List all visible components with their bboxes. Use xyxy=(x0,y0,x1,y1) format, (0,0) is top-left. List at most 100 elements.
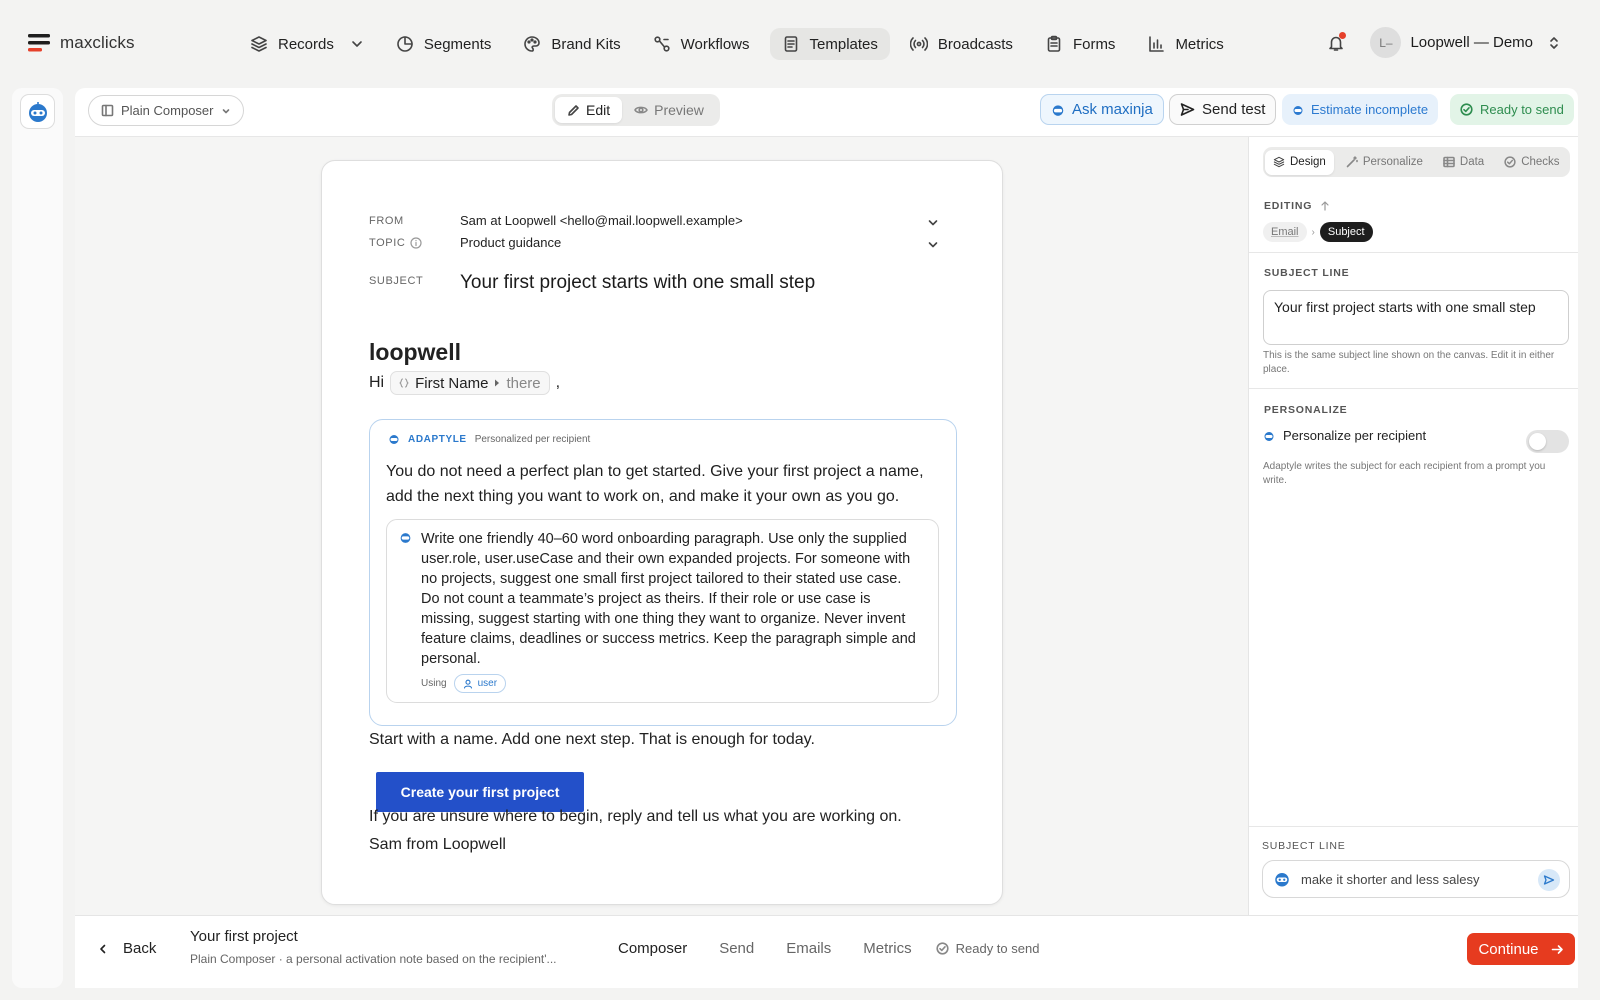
step-metrics[interactable]: Metrics xyxy=(863,940,911,957)
adaptyle-subtitle: Personalized per recipient xyxy=(474,433,591,445)
main-panel: Plain Composer Edit Preview Ask maxinja … xyxy=(75,88,1578,988)
chevron-down-icon[interactable] xyxy=(927,217,939,229)
send-test-button[interactable]: Send test xyxy=(1169,94,1277,125)
greeting-line: Hi First Name there , xyxy=(369,371,560,395)
nav-forms-label: Forms xyxy=(1072,35,1116,53)
body-line-1: Start with a name. Add one next step. Th… xyxy=(369,731,815,748)
signoff: Sam from Loopwell xyxy=(369,836,506,853)
estimate-incomplete-label: Estimate incomplete xyxy=(1311,102,1429,117)
editor-toolbar: Plain Composer Edit Preview Ask maxinja … xyxy=(75,88,1578,137)
chat-label: SUBJECT LINE xyxy=(1262,840,1346,852)
avatar: L– xyxy=(1370,27,1402,58)
subject-line-label: SUBJECT LINE xyxy=(1264,267,1350,279)
palette-icon xyxy=(524,36,541,52)
back-button[interactable]: Back xyxy=(97,940,156,957)
toggle-knob xyxy=(1529,433,1546,450)
bottom-bar: Back Your first project Plain Composer ·… xyxy=(75,915,1578,988)
subject-value[interactable]: Your first project starts with one small… xyxy=(460,272,815,294)
nav-brand-kits[interactable]: Brand Kits xyxy=(511,28,632,60)
tab-design[interactable]: Design xyxy=(1265,149,1334,175)
ask-maxinja-button[interactable]: Ask maxinja xyxy=(1040,94,1164,125)
subject-line-input[interactable]: Your first project starts with one small… xyxy=(1263,290,1569,345)
nav-metrics[interactable]: Metrics xyxy=(1135,28,1235,60)
from-label: FROM xyxy=(369,215,404,227)
greeting-end: , xyxy=(555,374,561,391)
send-icon xyxy=(1180,103,1195,116)
broadcast-icon xyxy=(909,37,928,51)
composer-select[interactable]: Plain Composer xyxy=(88,95,244,126)
pie-chart-icon xyxy=(397,36,413,52)
arrow-up-icon[interactable] xyxy=(1320,201,1330,211)
user-chip[interactable]: user xyxy=(453,674,507,693)
personalize-toggle[interactable] xyxy=(1526,430,1569,453)
robot-icon xyxy=(1275,873,1289,887)
adaptyle-name: ADAPTYLE xyxy=(408,433,467,445)
breadcrumb-email[interactable]: Email xyxy=(1263,222,1307,242)
topic-value[interactable]: Product guidance xyxy=(460,235,561,250)
check-circle-icon xyxy=(1504,156,1516,168)
token-name: First Name xyxy=(415,374,489,392)
nav-broadcasts-label: Broadcasts xyxy=(937,35,1013,53)
estimate-incomplete-badge[interactable]: Estimate incomplete xyxy=(1282,94,1439,125)
edit-tab[interactable]: Edit xyxy=(555,97,623,123)
assistant-rail-button[interactable] xyxy=(20,94,55,129)
notifications-button[interactable] xyxy=(1322,29,1350,57)
step-composer[interactable]: Composer xyxy=(618,940,687,957)
using-label: Using xyxy=(421,678,447,689)
nav-records[interactable]: Records xyxy=(238,28,376,60)
brand-logo[interactable]: maxclicks xyxy=(27,33,135,53)
chevron-down-icon[interactable] xyxy=(927,239,939,251)
adaptyle-header: ADAPTYLE Personalized per recipient xyxy=(388,433,590,445)
nav-forms[interactable]: Forms xyxy=(1033,28,1128,60)
from-value[interactable]: Sam at Loopwell <hello@mail.loopwell.exa… xyxy=(460,213,743,228)
prompt-editor[interactable]: Write one friendly 40–60 word onboarding… xyxy=(386,519,939,703)
prompt-text[interactable]: Write one friendly 40–60 word onboarding… xyxy=(421,529,921,669)
top-navigation: maxclicks Records Segments Brand Kits Wo… xyxy=(0,0,1600,88)
continue-button[interactable]: Continue xyxy=(1467,933,1575,965)
personalize-label: PERSONALIZE xyxy=(1264,404,1348,416)
robot-icon xyxy=(1052,104,1064,116)
notification-dot xyxy=(1339,31,1347,39)
step-send[interactable]: Send xyxy=(719,940,754,957)
layers-icon xyxy=(1273,156,1285,168)
chat-send-button[interactable] xyxy=(1538,869,1560,891)
nav-broadcasts[interactable]: Broadcasts xyxy=(898,28,1025,60)
check-circle-icon xyxy=(936,942,949,955)
nav-segments[interactable]: Segments xyxy=(384,28,504,60)
user-chip-label: user xyxy=(477,678,498,689)
tab-data[interactable]: Data xyxy=(1435,150,1492,175)
arrow-right-icon xyxy=(1551,944,1563,954)
nav-templates[interactable]: Templates xyxy=(769,28,890,60)
edit-preview-toggle: Edit Preview xyxy=(552,94,720,126)
robot-icon xyxy=(28,101,47,122)
chat-input[interactable] xyxy=(1301,871,1531,887)
brand-wordmark: loopwell xyxy=(369,339,461,365)
inspector-panel: Design Personalize Data Checks EDITING E… xyxy=(1248,137,1578,915)
preview-tab[interactable]: Preview xyxy=(622,97,716,123)
breadcrumb-subject[interactable]: Subject xyxy=(1319,222,1373,242)
robot-icon xyxy=(389,435,399,444)
user-icon xyxy=(463,679,472,689)
info-icon xyxy=(410,237,423,249)
nav-workflows[interactable]: Workflows xyxy=(641,28,762,60)
back-label: Back xyxy=(123,940,157,957)
preview-tab-label: Preview xyxy=(654,102,704,118)
tab-checks[interactable]: Checks xyxy=(1496,150,1567,175)
create-project-button[interactable]: Create your first project xyxy=(376,772,584,812)
chevron-left-icon xyxy=(100,944,106,953)
tab-personalize[interactable]: Personalize xyxy=(1338,150,1431,175)
ready-to-send-badge[interactable]: Ready to send xyxy=(1450,94,1574,125)
adaptyle-block[interactable]: ADAPTYLE Personalized per recipient You … xyxy=(369,419,957,726)
nav-workflows-label: Workflows xyxy=(680,35,750,53)
divider xyxy=(1249,252,1578,253)
account-switcher[interactable]: L– Loopwell — Demo xyxy=(1370,27,1560,58)
first-name-token[interactable]: First Name there xyxy=(390,371,550,395)
step-tabs: Composer Send Emails Metrics Ready to se… xyxy=(618,940,1039,957)
step-emails[interactable]: Emails xyxy=(786,940,831,957)
pencil-icon xyxy=(568,104,579,116)
chat-box xyxy=(1262,860,1570,898)
status-indicator: Ready to send xyxy=(936,941,1039,956)
workflow-icon xyxy=(654,36,670,52)
bar-chart-icon xyxy=(1149,36,1165,52)
adaptyle-paragraph: You do not need a perfect plan to get st… xyxy=(386,463,924,505)
